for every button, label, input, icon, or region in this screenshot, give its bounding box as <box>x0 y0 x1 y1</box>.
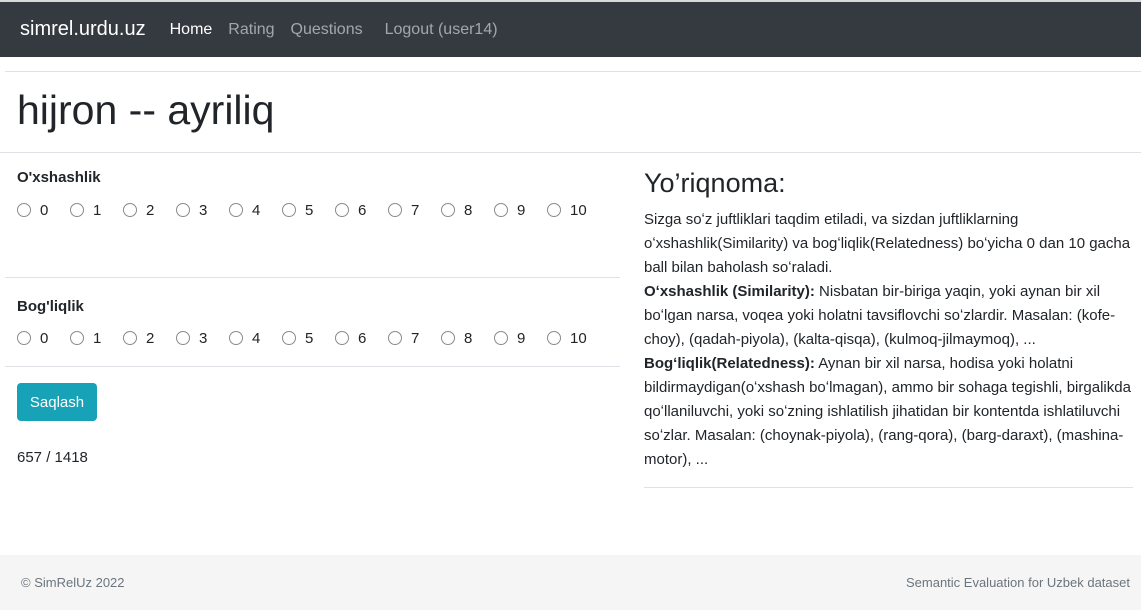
guide-relatedness: Bogʻliqlik(Relatedness): Aynan bir xil n… <box>644 352 1134 472</box>
relatedness-radio[interactable] <box>123 331 137 345</box>
page-title: hijron -- ayriliq <box>17 87 275 133</box>
similarity-option[interactable]: 8 <box>441 202 494 219</box>
save-button[interactable]: Saqlash <box>17 383 97 421</box>
relatedness-radio-group: 0 1 2 3 4 5 6 7 8 9 10 <box>17 329 600 347</box>
relatedness-option-label: 1 <box>93 329 102 347</box>
similarity-option[interactable]: 9 <box>494 202 547 219</box>
similarity-radio[interactable] <box>282 203 296 217</box>
relatedness-option[interactable]: 1 <box>70 330 123 347</box>
relatedness-label: Bog'liqlik <box>17 298 84 315</box>
similarity-radio[interactable] <box>388 203 402 217</box>
relatedness-option-label: 4 <box>252 329 261 347</box>
similarity-option-label: 7 <box>411 201 420 219</box>
divider <box>5 71 1141 72</box>
relatedness-radio[interactable] <box>17 331 31 345</box>
similarity-option[interactable]: 1 <box>70 202 123 219</box>
relatedness-radio[interactable] <box>282 331 296 345</box>
similarity-option[interactable]: 10 <box>547 202 600 219</box>
similarity-option[interactable]: 5 <box>282 202 335 219</box>
similarity-radio-group: 0 1 2 3 4 5 6 7 8 9 10 <box>17 201 600 219</box>
progress-counter: 657 / 1418 <box>17 449 88 466</box>
nav-questions-link[interactable]: Questions <box>291 21 363 39</box>
nav-home-link[interactable]: Home <box>170 21 213 39</box>
divider <box>0 152 1141 153</box>
relatedness-option-label: 5 <box>305 329 314 347</box>
logout-link[interactable]: Logout (user14) <box>385 21 498 39</box>
similarity-option-label: 9 <box>517 201 526 219</box>
navbar: simrel.urdu.uz Home Rating Questions Log… <box>0 0 1141 57</box>
relatedness-radio[interactable] <box>229 331 243 345</box>
relatedness-option-label: 2 <box>146 329 155 347</box>
similarity-option-label: 5 <box>305 201 314 219</box>
brand-link[interactable]: simrel.urdu.uz <box>20 18 146 41</box>
similarity-option-label: 10 <box>570 201 587 219</box>
relatedness-radio[interactable] <box>494 331 508 345</box>
relatedness-radio[interactable] <box>335 331 349 345</box>
relatedness-option-label: 6 <box>358 329 367 347</box>
similarity-radio[interactable] <box>123 203 137 217</box>
similarity-option-label: 1 <box>93 201 102 219</box>
footer-tagline: Semantic Evaluation for Uzbek dataset <box>905 575 1130 590</box>
relatedness-option[interactable]: 4 <box>229 330 282 347</box>
relatedness-radio[interactable] <box>388 331 402 345</box>
relatedness-radio[interactable] <box>70 331 84 345</box>
similarity-option[interactable]: 3 <box>176 202 229 219</box>
divider <box>644 487 1133 488</box>
similarity-radio[interactable] <box>176 203 190 217</box>
relatedness-option[interactable]: 7 <box>388 330 441 347</box>
similarity-radio[interactable] <box>17 203 31 217</box>
relatedness-option-label: 8 <box>464 329 473 347</box>
guide-title: Yo’riqnoma: <box>644 168 786 198</box>
relatedness-option[interactable]: 10 <box>547 330 600 347</box>
similarity-option-label: 8 <box>464 201 473 219</box>
relatedness-option[interactable]: 5 <box>282 330 335 347</box>
relatedness-radio[interactable] <box>441 331 455 345</box>
relatedness-option[interactable]: 8 <box>441 330 494 347</box>
relatedness-option-label: 9 <box>517 329 526 347</box>
similarity-option-label: 6 <box>358 201 367 219</box>
relatedness-option[interactable]: 9 <box>494 330 547 347</box>
guide-similarity: Oʻxshashlik (Similarity): Nisbatan bir-b… <box>644 280 1134 352</box>
guide-intro: Sizga soʻz juftliklari taqdim etiladi, v… <box>644 211 1131 276</box>
relatedness-radio[interactable] <box>176 331 190 345</box>
similarity-radio[interactable] <box>70 203 84 217</box>
similarity-radio[interactable] <box>441 203 455 217</box>
similarity-option[interactable]: 0 <box>17 202 70 219</box>
relatedness-option-label: 0 <box>40 329 49 347</box>
divider <box>5 277 620 278</box>
relatedness-option[interactable]: 3 <box>176 330 229 347</box>
relatedness-term: Bogʻliqlik(Relatedness): <box>644 355 815 372</box>
similarity-radio[interactable] <box>547 203 561 217</box>
similarity-option[interactable]: 6 <box>335 202 388 219</box>
similarity-option-label: 0 <box>40 201 49 219</box>
similarity-radio[interactable] <box>229 203 243 217</box>
footer: © SimRelUz 2022 Semantic Evaluation for … <box>0 555 1141 610</box>
similarity-option[interactable]: 2 <box>123 202 176 219</box>
relatedness-option[interactable]: 2 <box>123 330 176 347</box>
relatedness-option-label: 10 <box>570 329 587 347</box>
similarity-radio[interactable] <box>494 203 508 217</box>
relatedness-option-label: 3 <box>199 329 208 347</box>
relatedness-option[interactable]: 0 <box>17 330 70 347</box>
similarity-option-label: 3 <box>199 201 208 219</box>
similarity-option[interactable]: 4 <box>229 202 282 219</box>
similarity-option-label: 4 <box>252 201 261 219</box>
relatedness-radio[interactable] <box>547 331 561 345</box>
nav-rating-link[interactable]: Rating <box>228 21 274 39</box>
similarity-label: O'xshashlik <box>17 169 101 186</box>
divider <box>5 366 620 367</box>
relatedness-option[interactable]: 6 <box>335 330 388 347</box>
similarity-option-label: 2 <box>146 201 155 219</box>
relatedness-option-label: 7 <box>411 329 420 347</box>
guide-text: Sizga soʻz juftliklari taqdim etiladi, v… <box>644 208 1134 472</box>
similarity-radio[interactable] <box>335 203 349 217</box>
similarity-option[interactable]: 7 <box>388 202 441 219</box>
similarity-term: Oʻxshashlik (Similarity): <box>644 283 815 300</box>
copyright-text: © SimRelUz 2022 <box>21 575 125 590</box>
